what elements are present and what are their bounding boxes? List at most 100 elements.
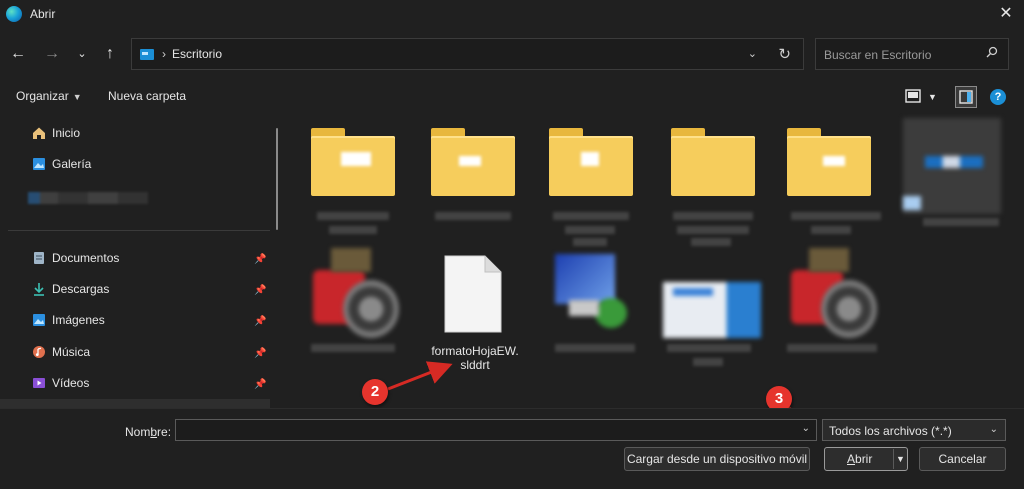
music-icon — [33, 346, 45, 358]
file-name-line: formatoHojaEW. — [431, 344, 519, 358]
sidebar-item-label: Vídeos — [52, 376, 90, 390]
change-view-icon[interactable] — [904, 87, 922, 105]
search-icon[interactable] — [986, 46, 998, 58]
sidebar-item-documents[interactable]: Documentos — [32, 247, 119, 269]
title-bar: Abrir ✕ — [0, 0, 1024, 28]
application-icon — [331, 248, 371, 272]
address-bar[interactable]: › Escritorio ⌄ ↻ — [131, 38, 804, 70]
recent-locations-chevron-icon[interactable]: ⌄ — [72, 44, 92, 64]
pin-icon[interactable]: 📌 — [254, 285, 266, 297]
redacted-label — [791, 212, 881, 220]
load-from-mobile-button[interactable]: Cargar desde un dispositivo móvil — [624, 447, 810, 471]
folder-icon — [311, 128, 395, 198]
folder-icon — [787, 128, 871, 198]
help-icon[interactable]: ? — [990, 89, 1006, 105]
sidebar-item-home[interactable]: Inicio — [32, 122, 80, 144]
open-options-caret-icon[interactable]: ▼ — [893, 449, 907, 469]
sidebar-item-downloads[interactable]: Descargas — [32, 278, 109, 300]
navigation-pane: Inicio Galería Documentos 📌 Descargas 📌 … — [0, 112, 286, 409]
sidebar-item-label: Descargas — [52, 282, 110, 296]
gear-icon — [821, 280, 877, 338]
thumbnail-image — [925, 156, 983, 168]
desktop-folder-icon — [140, 48, 154, 60]
sidebar-divider — [8, 230, 270, 231]
redacted-label — [573, 238, 607, 246]
search-input[interactable]: Buscar en Escritorio — [824, 48, 931, 62]
thumbnail-image — [555, 254, 615, 304]
application-icon — [809, 248, 849, 272]
redacted-label — [435, 212, 511, 220]
downloads-icon — [34, 283, 44, 296]
caret-down-icon: ▼ — [72, 92, 82, 102]
sidebar-item-label: Imágenes — [52, 313, 105, 327]
redacted-label — [317, 212, 389, 220]
pin-icon[interactable]: 📌 — [254, 379, 266, 391]
redacted-label — [811, 226, 851, 234]
window-title: Abrir — [30, 7, 56, 21]
breadcrumb-separator[interactable]: › — [162, 47, 166, 61]
filename-label: Nombre: — [125, 425, 172, 439]
gallery-icon — [33, 158, 45, 170]
videos-icon — [33, 378, 45, 388]
sidebar-item-music[interactable]: Música — [32, 341, 90, 363]
address-dropdown-icon[interactable]: ⌄ — [748, 47, 757, 60]
redacted-label — [691, 238, 731, 246]
breadcrumb-desktop[interactable]: Escritorio — [172, 47, 222, 61]
file-type-value: Todos los archivos (*.*) — [829, 424, 952, 438]
redacted-label — [673, 212, 753, 220]
redacted-label — [693, 358, 723, 366]
cancel-button[interactable]: Cancelar — [919, 447, 1006, 471]
navigation-bar: ← → ⌄ ↑ › Escritorio ⌄ ↻ Buscar en Escri… — [0, 36, 1024, 74]
file-name-line: slddrt — [460, 358, 490, 372]
dialog-footer: Nombre: ⌄ Todos los archivos (*.*) ⌄ Car… — [0, 408, 1024, 489]
thumbnail-image — [673, 288, 713, 296]
pin-icon[interactable]: 📌 — [254, 316, 266, 328]
redacted-label — [677, 226, 749, 234]
sidebar-item-gallery[interactable]: Galería — [32, 153, 91, 175]
preview-pane-icon[interactable] — [955, 86, 977, 108]
sidebar-item-label: Música — [52, 345, 91, 359]
redacted-label — [787, 344, 877, 352]
home-icon — [33, 127, 45, 139]
sidebar-item-redacted[interactable] — [28, 192, 148, 204]
sidebar-item-pictures[interactable]: Imágenes — [32, 309, 105, 331]
new-folder-button[interactable]: Nueva carpeta — [108, 89, 186, 103]
refresh-icon[interactable]: ↻ — [778, 45, 791, 63]
organize-menu[interactable]: Organizar ▼ — [16, 89, 82, 103]
redacted-label — [329, 226, 377, 234]
redacted-label — [555, 344, 635, 352]
redacted-label — [553, 212, 629, 220]
file-list: formatoHojaEW. slddrt — [287, 112, 1024, 408]
close-icon[interactable]: ✕ — [996, 4, 1016, 24]
file-type-select[interactable]: Todos los archivos (*.*) ⌄ — [822, 419, 1006, 441]
folder-icon — [431, 128, 515, 198]
sidebar-scrollbar[interactable] — [276, 128, 278, 230]
thumbnail-image — [569, 300, 599, 316]
redacted-label — [565, 226, 615, 234]
pictures-icon — [33, 314, 45, 326]
folder-icon — [549, 128, 633, 198]
sidebar-item-label: Galería — [52, 157, 92, 171]
sidebar-item-label: Documentos — [52, 251, 120, 265]
up-arrow-icon[interactable]: ↑ — [100, 44, 120, 64]
gear-icon — [343, 280, 399, 338]
filename-input[interactable]: ⌄ — [175, 419, 817, 441]
forward-arrow-icon[interactable]: → — [42, 44, 62, 64]
view-options-caret-icon[interactable]: ▼ — [928, 92, 937, 102]
pin-icon[interactable]: 📌 — [254, 254, 266, 266]
redacted-label — [667, 344, 751, 352]
file-item-formatohoja[interactable]: formatoHojaEW. slddrt — [425, 344, 525, 372]
blank-file-icon[interactable] — [443, 254, 503, 334]
thumbnail-image — [903, 196, 921, 210]
chevron-down-icon[interactable]: ⌄ — [802, 423, 810, 434]
search-box[interactable]: Buscar en Escritorio — [815, 38, 1009, 70]
pin-icon[interactable]: 📌 — [254, 348, 266, 360]
redacted-label — [923, 218, 999, 226]
redacted-label — [311, 344, 395, 352]
thumbnail-image — [595, 298, 627, 328]
sidebar-item-videos[interactable]: Vídeos — [32, 372, 89, 394]
sidebar-item-label: Inicio — [52, 126, 81, 140]
back-arrow-icon[interactable]: ← — [8, 44, 28, 64]
organize-label: Organizar — [16, 89, 69, 103]
edge-icon — [6, 6, 22, 22]
